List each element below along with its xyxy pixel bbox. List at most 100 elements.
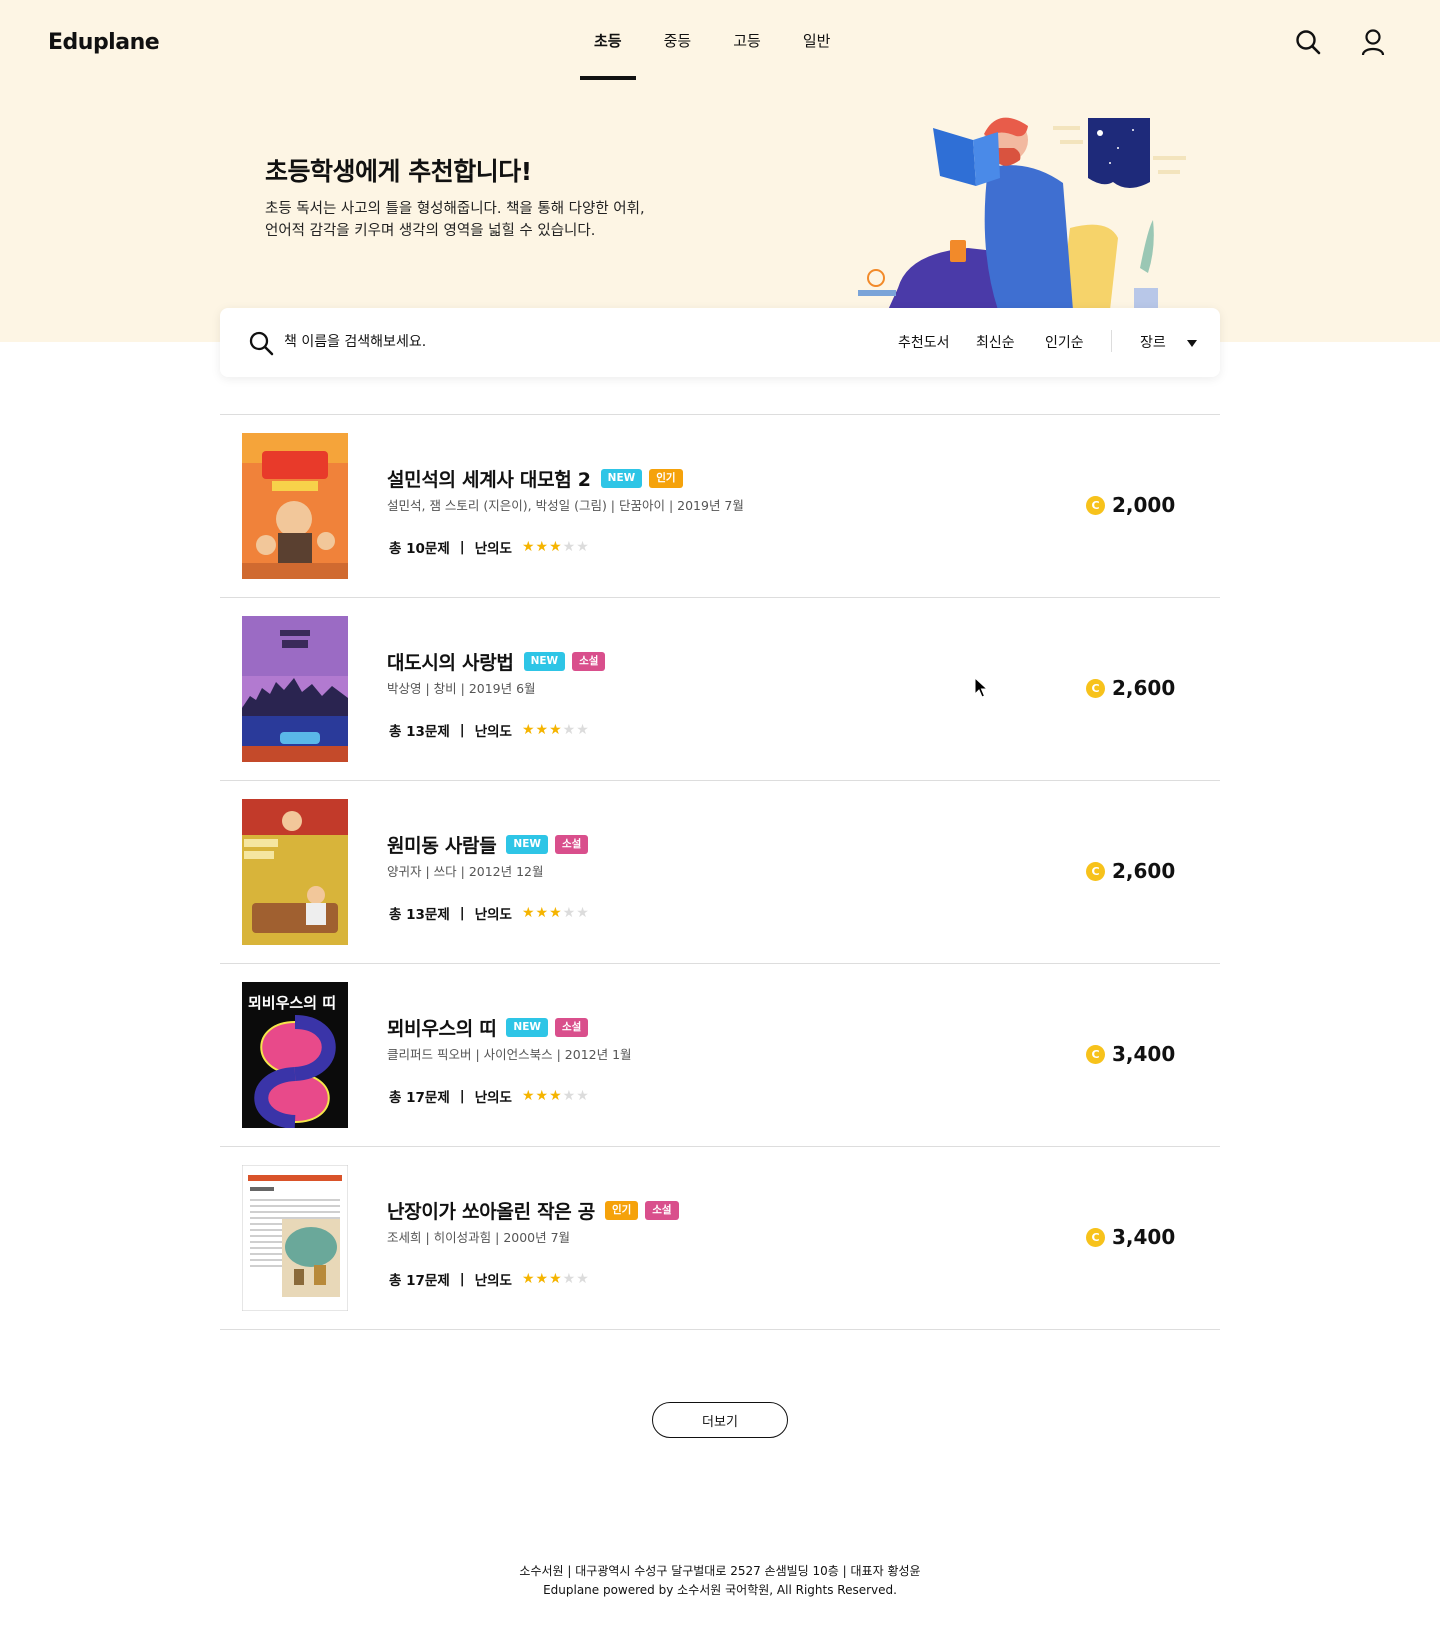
nav-tab-elementary[interactable]: 초등 <box>580 0 636 80</box>
nav-tab-middle[interactable]: 중등 <box>650 0 706 80</box>
book-title-line: 설민석의 세계사 대모험 2 NEW 인기 <box>387 465 690 492</box>
star-empty-icon: ★ <box>562 905 576 921</box>
question-count: 총 13문제 <box>389 724 450 740</box>
star-empty-icon: ★ <box>576 1271 589 1287</box>
search-input[interactable] <box>284 326 764 358</box>
coin-icon: C <box>1086 1044 1105 1064</box>
star-filled-icon: ★ <box>535 722 549 738</box>
difficulty-rating: ★ ★ ★ ★ ★ <box>522 905 590 921</box>
book-title[interactable]: 원미동 사람들 <box>387 831 497 858</box>
book-meta: 조세희 | 히이성과힘 | 2000년 7월 <box>387 1230 571 1245</box>
sort-popular[interactable]: 인기순 <box>1045 332 1084 352</box>
stats-separator: | <box>459 539 465 555</box>
book-cover[interactable] <box>242 1165 348 1311</box>
book-cover[interactable] <box>242 433 348 579</box>
caret-down-icon[interactable] <box>1187 340 1197 347</box>
genre-dropdown[interactable]: 장르 <box>1140 332 1166 352</box>
sort-newest[interactable]: 최신순 <box>976 332 1015 352</box>
footer-company-info: 소수서원 | 대구광역시 수성구 달구벌대로 2527 손샘빌딩 10층 | 대… <box>519 1564 921 1578</box>
difficulty-rating: ★ ★ ★ ★ ★ <box>522 1088 590 1104</box>
book-list-item[interactable]: 원미동 사람들 NEW 소설 양귀자 | 쓰다 | 2012년 12월 총 13문… <box>220 781 1220 964</box>
book-stats: 총 13문제 | 난의도 ★ ★ ★ ★ ★ <box>389 903 590 923</box>
price-value: 3,400 <box>1112 1042 1176 1066</box>
coin-icon: C <box>1086 861 1105 881</box>
load-more-button[interactable]: 더보기 <box>652 1402 788 1438</box>
sort-recommended[interactable]: 추천도서 <box>898 332 950 352</box>
star-filled-icon: ★ <box>521 539 535 555</box>
book-meta: 박상영 | 창비 | 2019년 6월 <box>387 681 536 696</box>
stats-separator: | <box>459 1088 465 1104</box>
badge-pop: 인기 <box>649 469 683 488</box>
book-meta: 설민석, 잼 스토리 (지은이), 박성일 (그림) | 단꿈아이 | 2019… <box>387 498 744 513</box>
search-icon[interactable] <box>248 330 274 356</box>
question-count: 총 17문제 <box>389 1273 450 1289</box>
badge-new: NEW <box>600 469 643 488</box>
star-filled-icon: ★ <box>521 1271 535 1287</box>
book-list-item[interactable]: 설민석의 세계사 대모험 2 NEW 인기 설민석, 잼 스토리 (지은이), 박… <box>220 415 1220 598</box>
book-title-line: 뫼비우스의 띠 NEW 소설 <box>387 1014 595 1041</box>
star-filled-icon: ★ <box>549 1271 562 1287</box>
reading-person-illustration <box>858 117 1186 310</box>
book-stats: 총 13문제 | 난의도 ★ ★ ★ ★ ★ <box>389 720 590 740</box>
badge-new: NEW <box>506 835 548 854</box>
badge-novel: 소설 <box>554 835 589 854</box>
price-value: 2,000 <box>1112 493 1176 517</box>
badge-pop: 인기 <box>604 1201 639 1220</box>
nav-tab-general[interactable]: 일반 <box>789 0 845 80</box>
book-title[interactable]: 난장이가 쏘아올린 작은 공 <box>387 1197 595 1224</box>
search-bar: 추천도서 최신순 인기순 장르 <box>220 308 1220 377</box>
book-price: C 3,400 <box>1086 1042 1175 1066</box>
difficulty-rating: ★ ★ ★ ★ ★ <box>522 1271 590 1287</box>
book-cover[interactable] <box>242 799 348 945</box>
star-filled-icon: ★ <box>521 1088 535 1104</box>
star-empty-icon: ★ <box>576 539 589 555</box>
star-empty-icon: ★ <box>562 1271 576 1287</box>
book-title-line: 원미동 사람들 NEW 소설 <box>387 831 595 858</box>
book-title[interactable]: 뫼비우스의 띠 <box>387 1014 497 1041</box>
nav-tab-high[interactable]: 고등 <box>719 0 775 80</box>
book-title[interactable]: 대도시의 사랑법 <box>387 648 514 675</box>
book-price: C 2,600 <box>1086 859 1175 883</box>
book-cover[interactable]: 뫼비우스의 띠 <box>242 982 348 1128</box>
book-list-item[interactable]: 난장이가 쏘아올린 작은 공 인기 소설 조세희 | 히이성과힘 | 2000년 … <box>220 1147 1220 1330</box>
star-filled-icon: ★ <box>549 722 562 738</box>
difficulty-label: 난의도 <box>474 1273 512 1289</box>
footer-copyright: Eduplane powered by 소수서원 국어학원, All Right… <box>543 1583 897 1597</box>
search-icon[interactable] <box>1294 28 1322 56</box>
book-meta: 양귀자 | 쓰다 | 2012년 12월 <box>387 864 544 879</box>
difficulty-label: 난의도 <box>474 907 512 923</box>
star-filled-icon: ★ <box>549 1088 562 1104</box>
price-value: 2,600 <box>1112 676 1176 700</box>
svg-text:뫼비우스의 띠: 뫼비우스의 띠 <box>248 994 336 1012</box>
book-title[interactable]: 설민석의 세계사 대모험 2 <box>387 465 591 492</box>
book-price: C 2,000 <box>1086 493 1175 517</box>
question-count: 총 17문제 <box>389 1090 450 1106</box>
hero-title: 초등학생에게 추천합니다! <box>265 157 532 186</box>
badge-novel: 소설 <box>554 1018 589 1037</box>
star-empty-icon: ★ <box>576 722 589 738</box>
book-list-item[interactable]: 뫼비우스의 띠 뫼비우스의 띠 NEW 소설 클리퍼드 픽오버 | 사이언스북스 … <box>220 964 1220 1147</box>
user-icon[interactable] <box>1359 28 1387 56</box>
star-filled-icon: ★ <box>549 905 562 921</box>
star-filled-icon: ★ <box>521 722 535 738</box>
difficulty-label: 난의도 <box>474 541 512 557</box>
main-nav: 초등 중등 고등 일반 <box>580 0 858 80</box>
logo[interactable]: Eduplane <box>48 30 160 55</box>
book-list: 설민석의 세계사 대모험 2 NEW 인기 설민석, 잼 스토리 (지은이), 박… <box>220 414 1220 1330</box>
star-filled-icon: ★ <box>535 905 549 921</box>
coin-icon: C <box>1086 678 1105 698</box>
star-filled-icon: ★ <box>535 539 549 555</box>
book-stats: 총 10문제 | 난의도 ★ ★ ★ ★ ★ <box>389 537 590 557</box>
star-filled-icon: ★ <box>549 539 562 555</box>
book-cover[interactable] <box>242 616 348 762</box>
question-count: 총 10문제 <box>389 541 450 557</box>
badge-new: NEW <box>523 652 566 671</box>
book-title-line: 대도시의 사랑법 NEW 소설 <box>387 648 612 675</box>
difficulty-label: 난의도 <box>474 1090 512 1106</box>
book-stats: 총 17문제 | 난의도 ★ ★ ★ ★ ★ <box>389 1269 590 1289</box>
sort-divider <box>1111 330 1112 352</box>
coin-icon: C <box>1086 1227 1105 1247</box>
book-list-item[interactable]: 대도시의 사랑법 NEW 소설 박상영 | 창비 | 2019년 6월 총 13문… <box>220 598 1220 781</box>
book-stats: 총 17문제 | 난의도 ★ ★ ★ ★ ★ <box>389 1086 590 1106</box>
book-title-line: 난장이가 쏘아올린 작은 공 인기 소설 <box>387 1197 686 1224</box>
